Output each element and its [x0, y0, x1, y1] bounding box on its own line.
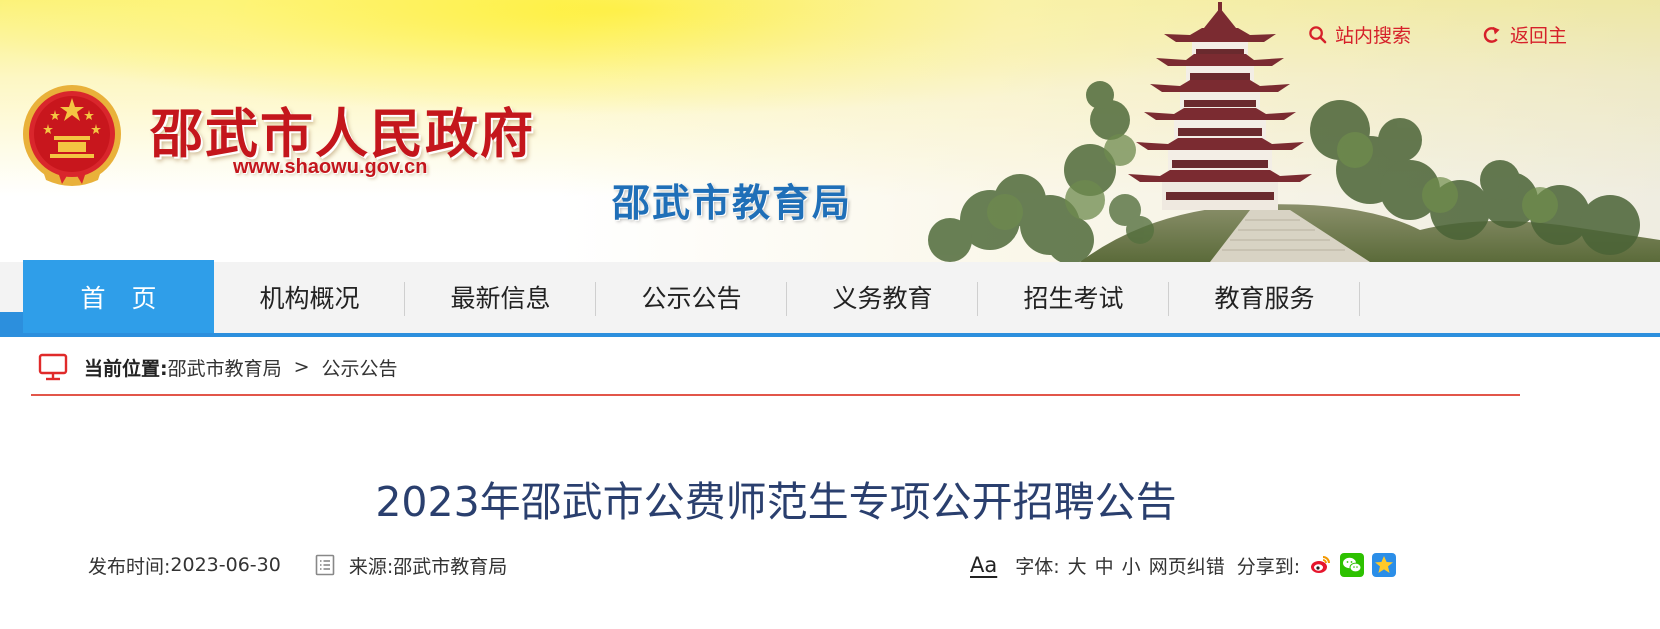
- source-label: 来源:: [348, 555, 394, 578]
- nav-item-label: 首页: [80, 283, 183, 313]
- nav-divider: [1359, 282, 1360, 316]
- nav-item-label: 公示公告: [641, 283, 742, 313]
- nav-item-label: 招生考试: [1023, 283, 1124, 313]
- article-tools: Aa 字体: 大 中 小 网页纠错 分享到:: [970, 549, 1397, 581]
- breadcrumb: 当前位置: 邵武市教育局 > 公示公告: [38, 350, 398, 384]
- site-url: www.shaowu.gov.cn: [233, 156, 428, 178]
- breadcrumb-separator: >: [293, 356, 310, 378]
- site-search-link[interactable]: 站内搜索: [1308, 21, 1411, 48]
- page-correction-link[interactable]: 网页纠错: [1149, 552, 1225, 579]
- nav-item-label: 机构概况: [259, 283, 360, 313]
- qzone-icon[interactable]: [1372, 553, 1397, 577]
- return-home-link[interactable]: 返回主: [1482, 21, 1567, 48]
- font-size-small-button[interactable]: 小: [1122, 552, 1141, 579]
- font-size-medium-button[interactable]: 中: [1095, 552, 1114, 579]
- breadcrumb-label: 当前位置:: [84, 357, 168, 380]
- nav-item-compulsory-education[interactable]: 义务教育: [787, 260, 978, 333]
- main-nav: 首页 机构概况 最新信息 公示公告 义务教育 招生考试 教育服务: [23, 260, 1360, 333]
- nav-item-admissions[interactable]: 招生考试: [978, 260, 1169, 333]
- site-search-label: 站内搜索: [1335, 25, 1412, 47]
- nav-item-label: 最新信息: [450, 283, 551, 313]
- nav-item-home[interactable]: 首页: [23, 260, 214, 333]
- nav-item-label: 义务教育: [832, 283, 933, 313]
- monitor-icon: [38, 353, 68, 381]
- article-meta: 发布时间: 2023-06-30 来源: 邵武市教育局: [88, 549, 507, 581]
- department-title: 邵武市教育局: [612, 181, 853, 225]
- publish-label: 发布时间:: [88, 555, 171, 578]
- nav-item-latest-news[interactable]: 最新信息: [405, 260, 596, 333]
- breadcrumb-divider: [31, 394, 1520, 396]
- source-value: 邵武市教育局: [393, 555, 508, 578]
- weibo-icon[interactable]: [1308, 553, 1333, 577]
- national-emblem-logo: [23, 85, 121, 186]
- header-banner: 邵武市人民政府 www.shaowu.gov.cn 邵武市教育局 站内搜索 返回…: [0, 0, 1660, 262]
- nav-item-organization[interactable]: 机构概况: [214, 260, 405, 333]
- article-title: 2023年邵武市公费师范生专项公开招聘公告: [375, 478, 1177, 526]
- wechat-icon[interactable]: [1340, 553, 1365, 577]
- return-arrow-icon: [1483, 26, 1500, 43]
- search-icon: [1309, 26, 1327, 44]
- font-size-toggle[interactable]: Aa: [970, 553, 997, 577]
- font-size-label: 字体:: [1015, 555, 1060, 578]
- share-label: 分享到:: [1236, 555, 1301, 578]
- breadcrumb-link-announcements[interactable]: 公示公告: [322, 354, 398, 381]
- breadcrumb-link-department[interactable]: 邵武市教育局: [168, 354, 282, 381]
- nav-item-education-services[interactable]: 教育服务: [1169, 260, 1360, 333]
- nav-bottom-line: [0, 333, 1660, 337]
- nav-item-label: 教育服务: [1214, 283, 1315, 313]
- publish-date: 2023-06-30: [170, 554, 281, 576]
- document-list-icon: [315, 554, 335, 576]
- nav-item-announcements[interactable]: 公示公告: [596, 260, 787, 333]
- return-home-label: 返回主: [1510, 25, 1568, 47]
- font-size-large-button[interactable]: 大: [1068, 552, 1087, 579]
